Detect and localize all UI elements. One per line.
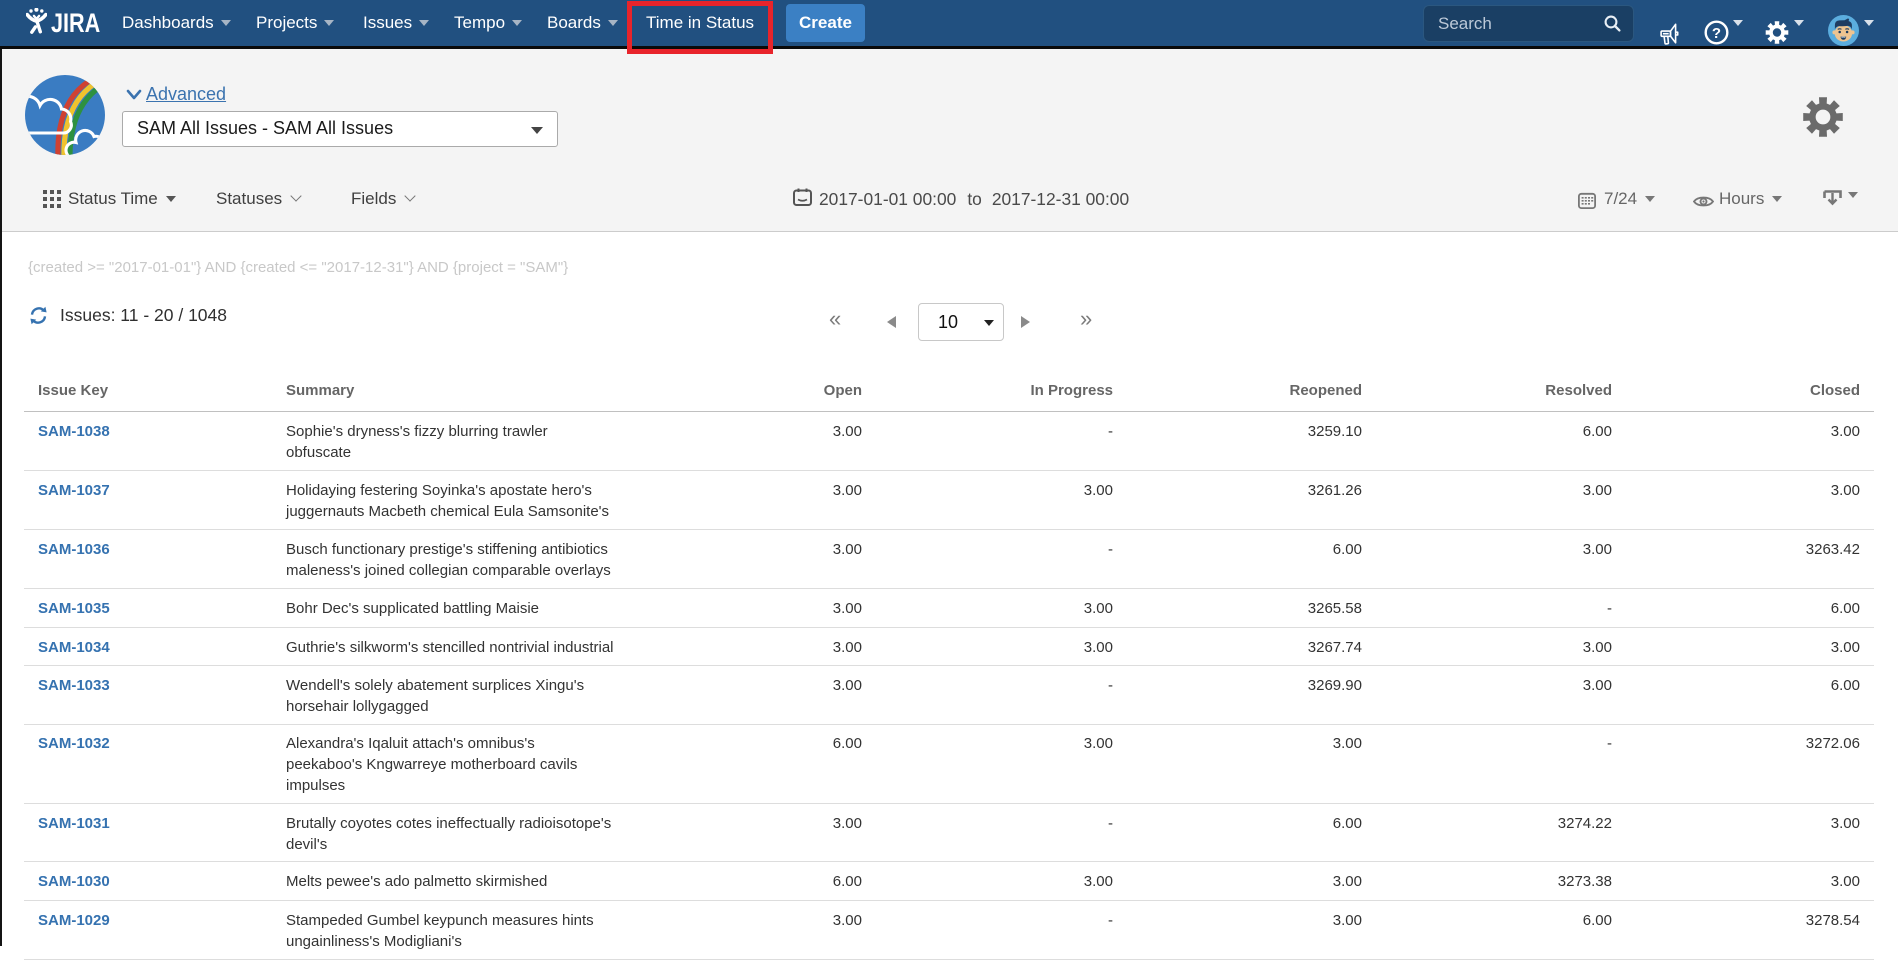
svg-text:?: ? (1712, 25, 1721, 42)
